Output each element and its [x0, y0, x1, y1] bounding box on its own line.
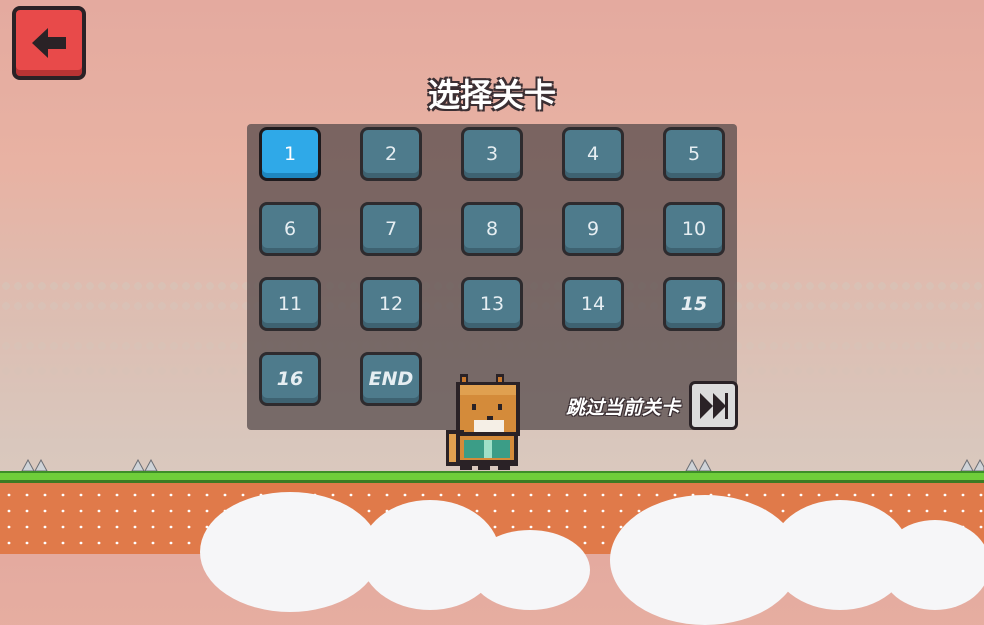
level-button-3[interactable]: 3: [461, 127, 523, 181]
cloud: [880, 520, 984, 610]
cloud: [200, 492, 380, 612]
back-button[interactable]: [12, 6, 86, 80]
level-button-11[interactable]: 11: [259, 277, 321, 331]
page-title: 选择关卡: [427, 76, 556, 114]
skip-level-label: 跳过当前关卡: [566, 397, 681, 419]
spike-hazard: [21, 459, 48, 471]
level-button-8[interactable]: 8: [461, 202, 523, 256]
cloud: [470, 530, 590, 610]
ground-grass: [0, 471, 984, 483]
spike-hazard: [131, 459, 158, 471]
level-button-6[interactable]: 6: [259, 202, 321, 256]
level-end-button[interactable]: END: [360, 352, 422, 406]
level-button-14[interactable]: 14: [562, 277, 624, 331]
level-button-16[interactable]: 16: [259, 352, 321, 406]
spike-hazard: [685, 459, 712, 471]
level-button-7[interactable]: 7: [360, 202, 422, 256]
skip-level-button[interactable]: [689, 381, 738, 430]
level-button-10[interactable]: 10: [663, 202, 725, 256]
level-button-1[interactable]: 1: [259, 127, 321, 181]
fox-player-character: [446, 374, 520, 470]
level-button-9[interactable]: 9: [562, 202, 624, 256]
level-button-13[interactable]: 13: [461, 277, 523, 331]
arrow-left-icon: [32, 28, 66, 58]
level-button-2[interactable]: 2: [360, 127, 422, 181]
fast-forward-icon: [700, 393, 728, 419]
level-button-5[interactable]: 5: [663, 127, 725, 181]
level-button-4[interactable]: 4: [562, 127, 624, 181]
level-button-15[interactable]: 15: [663, 277, 725, 331]
spike-hazard: [960, 459, 984, 471]
level-button-12[interactable]: 12: [360, 277, 422, 331]
